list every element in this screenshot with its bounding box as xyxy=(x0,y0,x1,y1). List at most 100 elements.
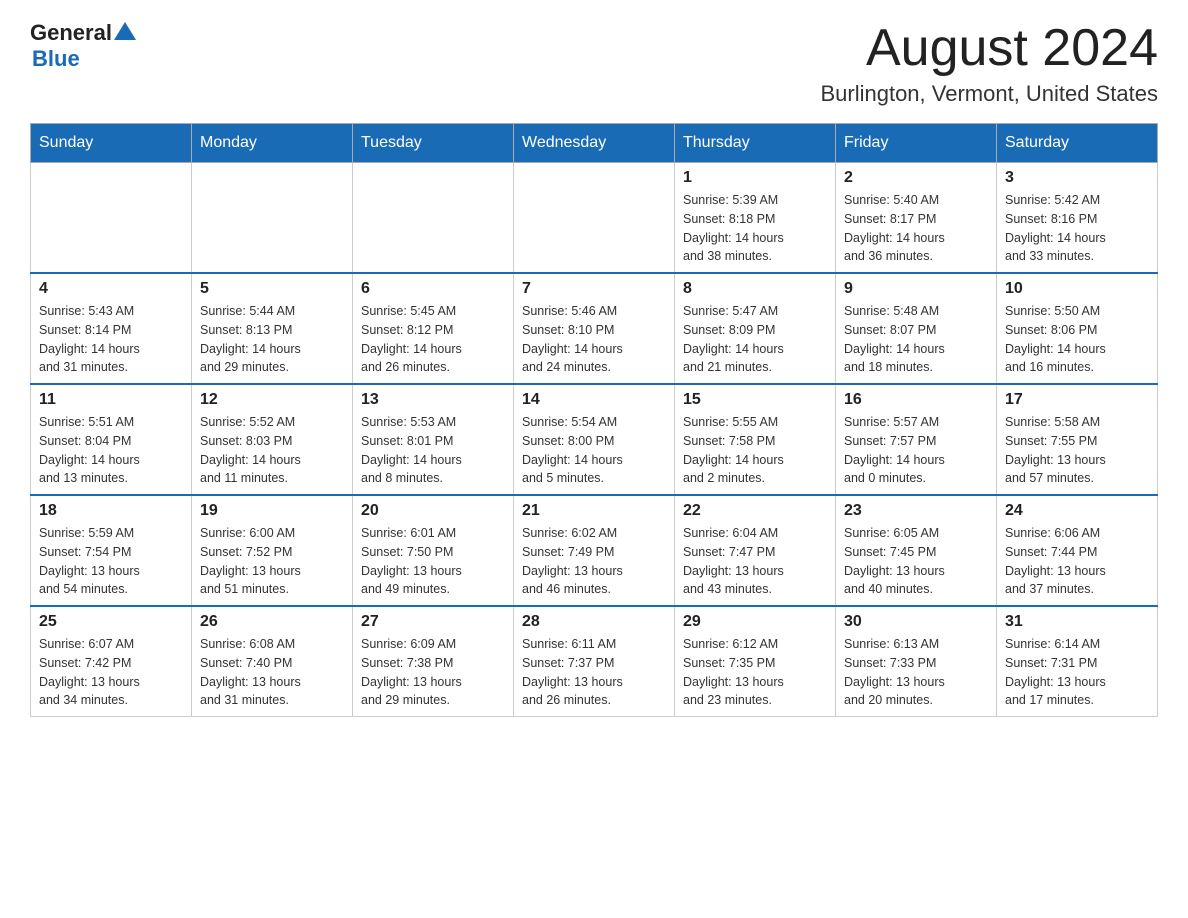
day-info: Sunrise: 6:06 AM Sunset: 7:44 PM Dayligh… xyxy=(1005,524,1149,599)
day-number: 30 xyxy=(844,613,988,631)
table-row: 21 Sunrise: 6:02 AM Sunset: 7:49 PM Dayli… xyxy=(514,495,675,606)
table-row: 5 Sunrise: 5:44 AM Sunset: 8:13 PM Daylig… xyxy=(192,273,353,384)
col-sunday: Sunday xyxy=(31,124,192,163)
col-tuesday: Tuesday xyxy=(353,124,514,163)
logo-triangle-icon xyxy=(114,22,136,40)
day-info: Sunrise: 6:09 AM Sunset: 7:38 PM Dayligh… xyxy=(361,635,505,710)
col-wednesday: Wednesday xyxy=(514,124,675,163)
day-number: 5 xyxy=(200,280,344,298)
table-row: 12 Sunrise: 5:52 AM Sunset: 8:03 PM Dayli… xyxy=(192,384,353,495)
day-info: Sunrise: 5:45 AM Sunset: 8:12 PM Dayligh… xyxy=(361,302,505,377)
calendar-week-row: 25 Sunrise: 6:07 AM Sunset: 7:42 PM Dayli… xyxy=(31,606,1158,717)
day-info: Sunrise: 5:42 AM Sunset: 8:16 PM Dayligh… xyxy=(1005,191,1149,266)
table-row xyxy=(353,163,514,274)
calendar-week-row: 11 Sunrise: 5:51 AM Sunset: 8:04 PM Dayli… xyxy=(31,384,1158,495)
title-area: August 2024 Burlington, Vermont, United … xyxy=(820,20,1158,107)
day-number: 4 xyxy=(39,280,183,298)
day-number: 22 xyxy=(683,502,827,520)
table-row: 7Sunrise: 5:46 AM Sunset: 8:10 PM Daylig… xyxy=(514,273,675,384)
day-info: Sunrise: 5:52 AM Sunset: 8:03 PM Dayligh… xyxy=(200,413,344,488)
day-number: 18 xyxy=(39,502,183,520)
table-row: 3 Sunrise: 5:42 AM Sunset: 8:16 PM Daylig… xyxy=(997,163,1158,274)
day-info: Sunrise: 6:12 AM Sunset: 7:35 PM Dayligh… xyxy=(683,635,827,710)
day-number: 28 xyxy=(522,613,666,631)
table-row: 11 Sunrise: 5:51 AM Sunset: 8:04 PM Dayli… xyxy=(31,384,192,495)
table-row: 13 Sunrise: 5:53 AM Sunset: 8:01 PM Dayli… xyxy=(353,384,514,495)
calendar-table: Sunday Monday Tuesday Wednesday Thursday… xyxy=(30,123,1158,717)
table-row: 2 Sunrise: 5:40 AM Sunset: 8:17 PM Daylig… xyxy=(836,163,997,274)
table-row: 27 Sunrise: 6:09 AM Sunset: 7:38 PM Dayli… xyxy=(353,606,514,717)
table-row: 22 Sunrise: 6:04 AM Sunset: 7:47 PM Dayli… xyxy=(675,495,836,606)
day-info: Sunrise: 6:01 AM Sunset: 7:50 PM Dayligh… xyxy=(361,524,505,599)
day-number: 29 xyxy=(683,613,827,631)
day-number: 19 xyxy=(200,502,344,520)
day-info: Sunrise: 5:46 AM Sunset: 8:10 PM Dayligh… xyxy=(522,302,666,377)
table-row: 17 Sunrise: 5:58 AM Sunset: 7:55 PM Dayli… xyxy=(997,384,1158,495)
day-info: Sunrise: 5:50 AM Sunset: 8:06 PM Dayligh… xyxy=(1005,302,1149,377)
day-number: 20 xyxy=(361,502,505,520)
page-header: General Blue August 2024 Burlington, Ver… xyxy=(30,20,1158,107)
day-number: 6 xyxy=(361,280,505,298)
day-number: 17 xyxy=(1005,391,1149,409)
table-row: 25 Sunrise: 6:07 AM Sunset: 7:42 PM Dayli… xyxy=(31,606,192,717)
day-number: 9 xyxy=(844,280,988,298)
month-title: August 2024 xyxy=(820,20,1158,77)
day-number: 13 xyxy=(361,391,505,409)
table-row: 10Sunrise: 5:50 AM Sunset: 8:06 PM Dayli… xyxy=(997,273,1158,384)
col-thursday: Thursday xyxy=(675,124,836,163)
day-number: 26 xyxy=(200,613,344,631)
day-number: 12 xyxy=(200,391,344,409)
day-number: 3 xyxy=(1005,169,1149,187)
day-info: Sunrise: 5:44 AM Sunset: 8:13 PM Dayligh… xyxy=(200,302,344,377)
table-row: 16Sunrise: 5:57 AM Sunset: 7:57 PM Dayli… xyxy=(836,384,997,495)
table-row xyxy=(514,163,675,274)
table-row: 19 Sunrise: 6:00 AM Sunset: 7:52 PM Dayli… xyxy=(192,495,353,606)
day-info: Sunrise: 5:39 AM Sunset: 8:18 PM Dayligh… xyxy=(683,191,827,266)
day-info: Sunrise: 5:58 AM Sunset: 7:55 PM Dayligh… xyxy=(1005,413,1149,488)
logo-blue-text: Blue xyxy=(32,46,80,72)
table-row: 14 Sunrise: 5:54 AM Sunset: 8:00 PM Dayli… xyxy=(514,384,675,495)
table-row: 18 Sunrise: 5:59 AM Sunset: 7:54 PM Dayli… xyxy=(31,495,192,606)
table-row: 31 Sunrise: 6:14 AM Sunset: 7:31 PM Dayli… xyxy=(997,606,1158,717)
table-row: 8 Sunrise: 5:47 AM Sunset: 8:09 PM Daylig… xyxy=(675,273,836,384)
day-number: 14 xyxy=(522,391,666,409)
day-info: Sunrise: 5:40 AM Sunset: 8:17 PM Dayligh… xyxy=(844,191,988,266)
day-number: 23 xyxy=(844,502,988,520)
day-info: Sunrise: 5:51 AM Sunset: 8:04 PM Dayligh… xyxy=(39,413,183,488)
day-info: Sunrise: 5:54 AM Sunset: 8:00 PM Dayligh… xyxy=(522,413,666,488)
calendar-week-row: 1Sunrise: 5:39 AM Sunset: 8:18 PM Daylig… xyxy=(31,163,1158,274)
table-row: 20 Sunrise: 6:01 AM Sunset: 7:50 PM Dayli… xyxy=(353,495,514,606)
day-info: Sunrise: 6:04 AM Sunset: 7:47 PM Dayligh… xyxy=(683,524,827,599)
day-info: Sunrise: 6:08 AM Sunset: 7:40 PM Dayligh… xyxy=(200,635,344,710)
col-monday: Monday xyxy=(192,124,353,163)
day-info: Sunrise: 6:13 AM Sunset: 7:33 PM Dayligh… xyxy=(844,635,988,710)
day-info: Sunrise: 6:00 AM Sunset: 7:52 PM Dayligh… xyxy=(200,524,344,599)
col-friday: Friday xyxy=(836,124,997,163)
table-row: 26 Sunrise: 6:08 AM Sunset: 7:40 PM Dayli… xyxy=(192,606,353,717)
day-number: 27 xyxy=(361,613,505,631)
day-number: 25 xyxy=(39,613,183,631)
table-row: 23Sunrise: 6:05 AM Sunset: 7:45 PM Dayli… xyxy=(836,495,997,606)
day-number: 2 xyxy=(844,169,988,187)
table-row: 15Sunrise: 5:55 AM Sunset: 7:58 PM Dayli… xyxy=(675,384,836,495)
day-number: 8 xyxy=(683,280,827,298)
day-number: 21 xyxy=(522,502,666,520)
day-info: Sunrise: 5:59 AM Sunset: 7:54 PM Dayligh… xyxy=(39,524,183,599)
day-info: Sunrise: 6:02 AM Sunset: 7:49 PM Dayligh… xyxy=(522,524,666,599)
day-info: Sunrise: 6:07 AM Sunset: 7:42 PM Dayligh… xyxy=(39,635,183,710)
day-info: Sunrise: 5:47 AM Sunset: 8:09 PM Dayligh… xyxy=(683,302,827,377)
table-row: 30 Sunrise: 6:13 AM Sunset: 7:33 PM Dayli… xyxy=(836,606,997,717)
table-row: 24 Sunrise: 6:06 AM Sunset: 7:44 PM Dayli… xyxy=(997,495,1158,606)
table-row xyxy=(192,163,353,274)
calendar-header-row: Sunday Monday Tuesday Wednesday Thursday… xyxy=(31,124,1158,163)
table-row xyxy=(31,163,192,274)
day-number: 24 xyxy=(1005,502,1149,520)
day-number: 11 xyxy=(39,391,183,409)
day-info: Sunrise: 5:53 AM Sunset: 8:01 PM Dayligh… xyxy=(361,413,505,488)
calendar-week-row: 4Sunrise: 5:43 AM Sunset: 8:14 PM Daylig… xyxy=(31,273,1158,384)
table-row: 29 Sunrise: 6:12 AM Sunset: 7:35 PM Dayli… xyxy=(675,606,836,717)
table-row: 6 Sunrise: 5:45 AM Sunset: 8:12 PM Daylig… xyxy=(353,273,514,384)
day-number: 31 xyxy=(1005,613,1149,631)
table-row: 1Sunrise: 5:39 AM Sunset: 8:18 PM Daylig… xyxy=(675,163,836,274)
day-info: Sunrise: 6:14 AM Sunset: 7:31 PM Dayligh… xyxy=(1005,635,1149,710)
